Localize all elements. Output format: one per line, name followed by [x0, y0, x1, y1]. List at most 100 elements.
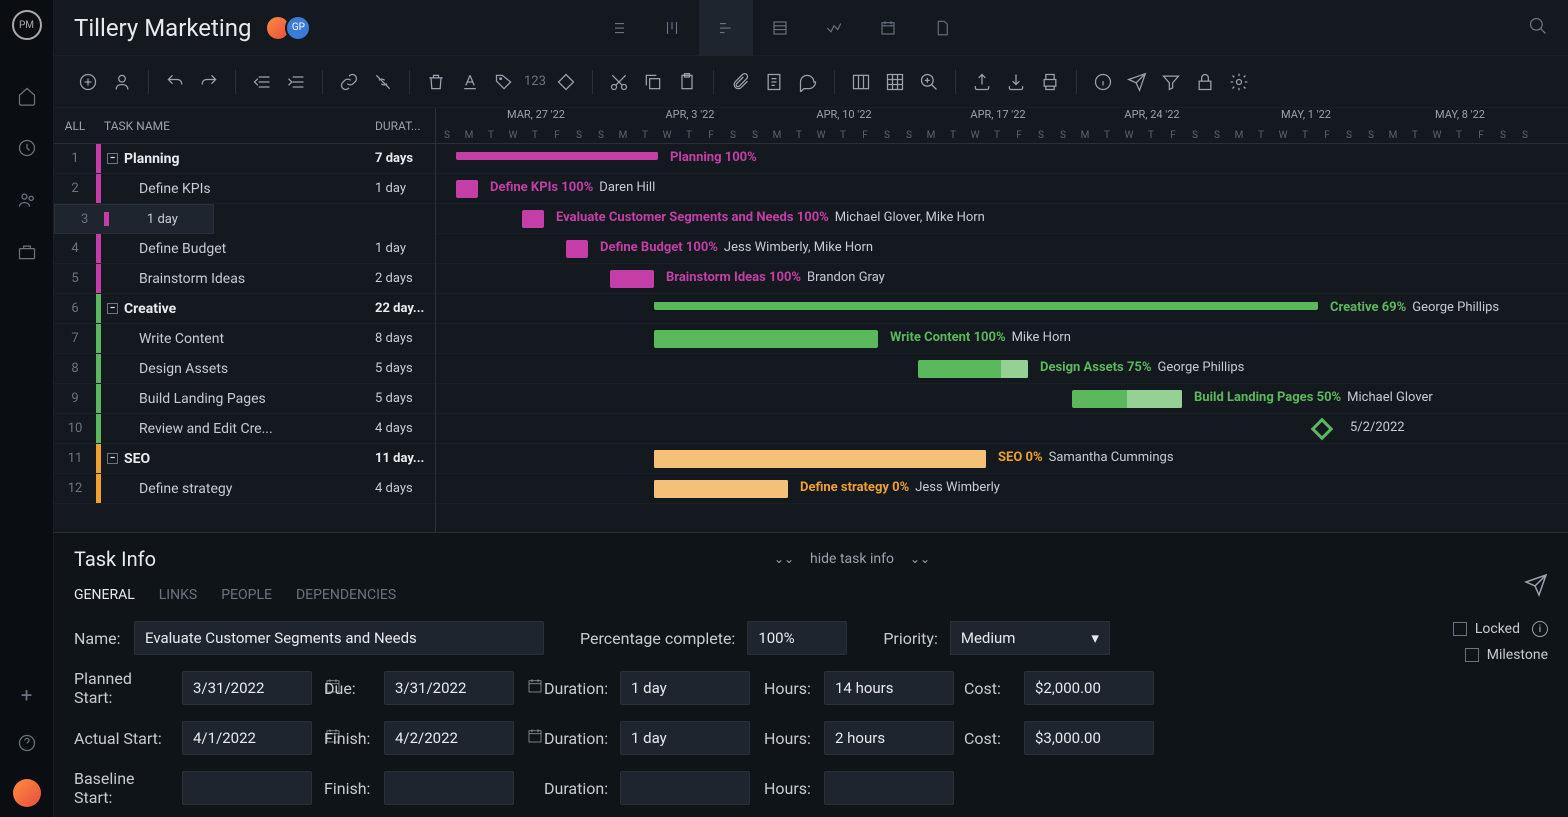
view-chart-icon[interactable]: [807, 0, 861, 56]
task-row[interactable]: 9 Build Landing Pages 5 days: [54, 384, 435, 414]
columns-icon[interactable]: [847, 68, 875, 96]
print-icon[interactable]: [1036, 68, 1064, 96]
delete-icon[interactable]: [422, 68, 450, 96]
col-all[interactable]: ALL: [54, 119, 96, 133]
calendar-icon[interactable]: [526, 727, 544, 749]
task-row[interactable]: 5 Brainstorm Ideas 2 days: [54, 264, 435, 294]
planned-hours-field[interactable]: [824, 671, 954, 705]
settings-icon[interactable]: [1225, 68, 1253, 96]
tab-links[interactable]: LINKS: [159, 587, 197, 603]
tag-icon[interactable]: [490, 68, 518, 96]
actual-start-field[interactable]: [182, 721, 312, 755]
home-icon[interactable]: [13, 82, 41, 110]
tab-general[interactable]: GENERAL: [74, 587, 135, 603]
comment-icon[interactable]: [794, 68, 822, 96]
due-field[interactable]: [384, 671, 514, 705]
milestone-checkbox[interactable]: Milestone: [1465, 647, 1548, 663]
filter-icon[interactable]: [1157, 68, 1185, 96]
hide-task-info-button[interactable]: ⌄⌄ hide task info ⌄⌄: [774, 551, 930, 567]
user-avatar[interactable]: [13, 779, 41, 807]
task-row[interactable]: 12 Define strategy 4 days: [54, 474, 435, 504]
actual-duration-field[interactable]: [620, 721, 750, 755]
task-row[interactable]: 8 Design Assets 5 days: [54, 354, 435, 384]
tab-dependencies[interactable]: DEPENDENCIES: [296, 587, 396, 603]
baseline-finish-field[interactable]: [384, 771, 514, 805]
view-gantt-icon[interactable]: [699, 0, 753, 56]
outdent-icon[interactable]: [248, 68, 276, 96]
redo-icon[interactable]: [195, 68, 223, 96]
task-row[interactable]: 4 Define Budget 1 day: [54, 234, 435, 264]
chevron-down-icon: ▾: [1091, 629, 1099, 647]
chevron-down-icon: ⌄⌄: [910, 552, 930, 566]
export-icon[interactable]: [968, 68, 996, 96]
task-table: ALL TASK NAME DURAT... 1 −Planning 7 day…: [54, 108, 436, 532]
priority-select[interactable]: Medium▾: [950, 621, 1110, 655]
planned-start-label: Planned Start:: [74, 669, 170, 707]
task-row[interactable]: 11 −SEO 11 day...: [54, 444, 435, 474]
pct-label: Percentage complete:: [580, 629, 735, 648]
gantt-chart[interactable]: MAR, 27 '22APR, 3 '22APR, 10 '22APR, 17 …: [436, 108, 1568, 532]
text-color-icon[interactable]: [456, 68, 484, 96]
copy-icon[interactable]: [639, 68, 667, 96]
add-task-icon[interactable]: [74, 68, 102, 96]
recent-icon[interactable]: [13, 134, 41, 162]
left-rail: PM +: [0, 0, 54, 817]
send-icon[interactable]: [1524, 573, 1548, 601]
cut-icon[interactable]: [605, 68, 633, 96]
import-icon[interactable]: [1002, 68, 1030, 96]
actual-finish-field[interactable]: [384, 721, 514, 755]
baseline-start-field[interactable]: [182, 771, 312, 805]
tab-people[interactable]: PEOPLE: [221, 587, 272, 603]
calendar-icon[interactable]: [526, 677, 544, 699]
zoom-icon[interactable]: [915, 68, 943, 96]
baseline-duration-field[interactable]: [620, 771, 750, 805]
view-list-icon[interactable]: [591, 0, 645, 56]
locked-checkbox[interactable]: Lockedi: [1453, 621, 1548, 637]
attach-icon[interactable]: [726, 68, 754, 96]
unlink-icon[interactable]: [369, 68, 397, 96]
baseline-hours-field[interactable]: [824, 771, 954, 805]
view-calendar-icon[interactable]: [861, 0, 915, 56]
paste-icon[interactable]: [673, 68, 701, 96]
task-row[interactable]: 7 Write Content 8 days: [54, 324, 435, 354]
planned-cost-field[interactable]: [1024, 671, 1154, 705]
view-board-icon[interactable]: [645, 0, 699, 56]
info-icon[interactable]: [1089, 68, 1117, 96]
diamond-icon[interactable]: [552, 68, 580, 96]
info-icon: i: [1532, 621, 1548, 637]
view-file-icon[interactable]: [915, 0, 969, 56]
view-sheet-icon[interactable]: [753, 0, 807, 56]
briefcase-icon[interactable]: [13, 238, 41, 266]
undo-icon[interactable]: [161, 68, 189, 96]
team-icon[interactable]: [13, 186, 41, 214]
task-row[interactable]: 3 Evaluate Customer ... 1 day: [54, 204, 214, 234]
project-members[interactable]: GP: [271, 15, 311, 41]
task-row[interactable]: 10 Review and Edit Cre... 4 days: [54, 414, 435, 444]
actual-hours-field[interactable]: [824, 721, 954, 755]
help-icon[interactable]: [13, 729, 41, 757]
chevron-down-icon: ⌄⌄: [774, 552, 794, 566]
planned-duration-field[interactable]: [620, 671, 750, 705]
app-logo[interactable]: PM: [12, 10, 42, 40]
task-row[interactable]: 1 −Planning 7 days: [54, 144, 435, 174]
link-icon[interactable]: [335, 68, 363, 96]
task-row[interactable]: 6 −Creative 22 day...: [54, 294, 435, 324]
assign-icon[interactable]: [108, 68, 136, 96]
send-icon[interactable]: [1123, 68, 1151, 96]
planned-start-field[interactable]: [182, 671, 312, 705]
note-icon[interactable]: [760, 68, 788, 96]
search-icon[interactable]: [1528, 16, 1548, 40]
grid-icon[interactable]: [881, 68, 909, 96]
col-duration[interactable]: DURAT...: [375, 119, 435, 133]
name-field[interactable]: [134, 621, 544, 655]
toolbar-text: 123: [524, 74, 546, 89]
task-row[interactable]: 2 Define KPIs 1 day: [54, 174, 435, 204]
toolbar: 123: [54, 56, 1568, 108]
add-icon[interactable]: +: [21, 683, 32, 707]
actual-cost-field[interactable]: [1024, 721, 1154, 755]
cost-label: Cost:: [964, 679, 1012, 698]
pct-field[interactable]: [747, 621, 847, 655]
lock-icon[interactable]: [1191, 68, 1219, 96]
indent-icon[interactable]: [282, 68, 310, 96]
col-name[interactable]: TASK NAME: [96, 119, 375, 133]
